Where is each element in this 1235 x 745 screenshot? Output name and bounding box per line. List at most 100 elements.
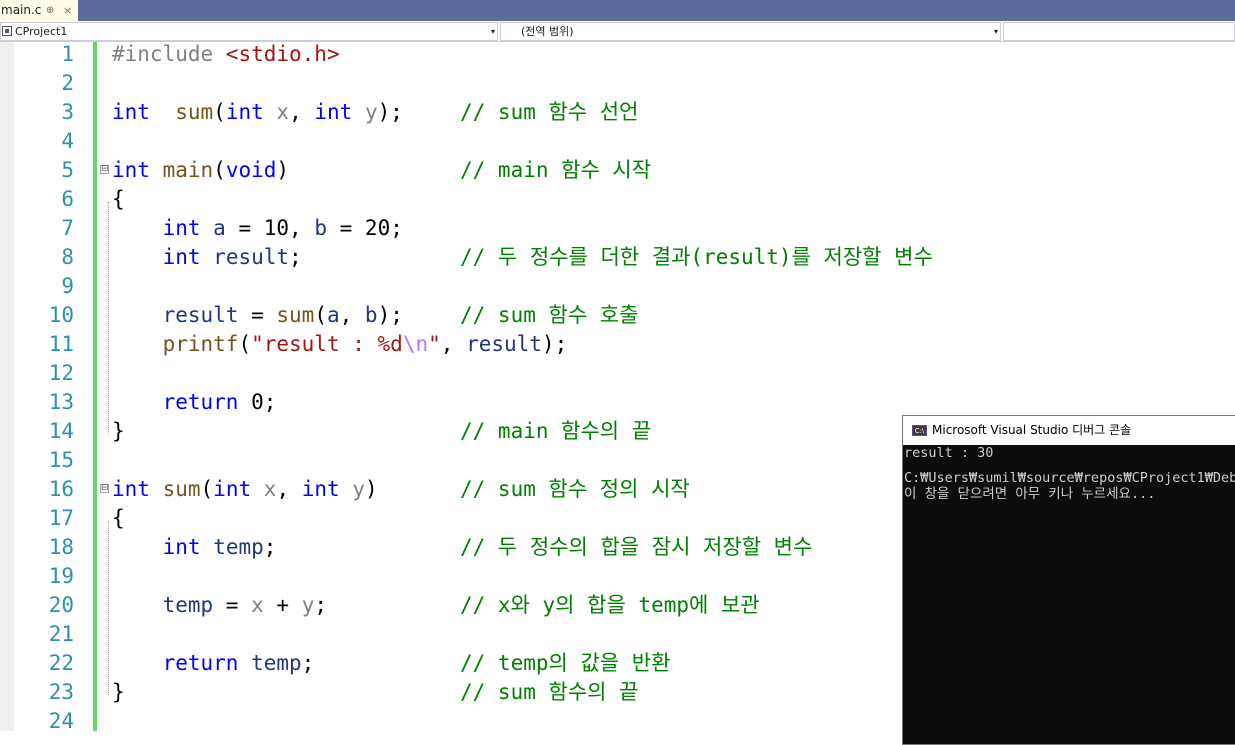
code-line[interactable]: 4 bbox=[0, 127, 900, 156]
tab-main-c[interactable]: main.c ⊕ × bbox=[0, 0, 78, 21]
code-line[interactable]: 15 bbox=[0, 446, 900, 475]
project-dropdown[interactable]: CProject1 ▾ bbox=[0, 22, 498, 41]
code-token: sum bbox=[276, 303, 315, 327]
code-token: ( bbox=[314, 303, 327, 327]
code-token: ( bbox=[213, 158, 226, 182]
code-comment: // sum 함수 호출 bbox=[460, 303, 639, 327]
code-comment: // sum 함수 선언 bbox=[460, 100, 639, 124]
code-token: int bbox=[162, 245, 201, 269]
code-line[interactable]: 16 ⊟ int sum(int x, int y)// sum 함수 정의 시작 bbox=[0, 475, 900, 504]
code-token: ( bbox=[238, 332, 252, 356]
line-number: 20 bbox=[48, 593, 74, 617]
code-comment: // main 함수의 끝 bbox=[460, 419, 652, 443]
line-number: 24 bbox=[48, 709, 74, 733]
code-line[interactable]: 7 int a = 10, b = 20; bbox=[0, 214, 900, 243]
collapse-icon[interactable]: ⊟ bbox=[100, 484, 109, 493]
code-text: return temp; bbox=[112, 649, 315, 678]
code-token: void bbox=[225, 158, 277, 182]
line-number: 19 bbox=[48, 564, 74, 588]
line-number: 13 bbox=[48, 390, 74, 414]
code-line[interactable]: 1 #include <stdio.h> bbox=[0, 40, 900, 69]
code-line[interactable]: 8 int result; // 두 정수를 더한 결과(result)를 저장할… bbox=[0, 243, 932, 272]
navigation-bar: CProject1 ▾ (전역 범위) ▾ bbox=[0, 21, 1235, 42]
code-line[interactable]: 24 bbox=[0, 707, 900, 736]
line-number: 17 bbox=[48, 506, 74, 530]
code-line[interactable]: 22 return temp; // temp의 값을 반환 bbox=[0, 649, 900, 678]
pin-icon[interactable]: ⊕ bbox=[46, 0, 54, 21]
debug-console-window[interactable]: C:\ Microsoft Visual Studio 디버그 콘솔 resul… bbox=[902, 415, 1235, 745]
code-token: ; bbox=[289, 245, 302, 269]
code-token: <stdio.h> bbox=[225, 42, 340, 66]
code-comment: // 두 정수를 더한 결과(result)를 저장할 변수 bbox=[460, 245, 933, 269]
code-line[interactable]: 2 bbox=[0, 69, 900, 98]
code-token: "result : %d bbox=[251, 332, 403, 356]
code-token: x bbox=[263, 477, 277, 501]
scope-label: (전역 범위) bbox=[521, 25, 574, 38]
line-number: 22 bbox=[48, 651, 74, 675]
code-line[interactable]: 18 int temp; // 두 정수의 합을 잠시 저장할 변수 bbox=[0, 533, 900, 562]
code-token: int bbox=[162, 216, 201, 240]
code-token: a bbox=[326, 303, 340, 327]
code-token: result bbox=[162, 303, 239, 327]
line-number: 5 bbox=[61, 158, 74, 182]
code-line[interactable]: 19 bbox=[0, 562, 900, 591]
code-line[interactable]: 21 bbox=[0, 620, 900, 649]
close-icon[interactable]: × bbox=[63, 0, 72, 21]
code-text: #include <stdio.h> bbox=[112, 40, 340, 69]
code-token: result bbox=[213, 245, 290, 269]
code-line[interactable]: 13 return 0; bbox=[0, 388, 900, 417]
line-number: 2 bbox=[61, 71, 74, 95]
code-token: = bbox=[213, 593, 252, 617]
code-comment: // 두 정수의 합을 잠시 저장할 변수 bbox=[460, 535, 813, 559]
code-line[interactable]: 14} // main 함수의 끝 bbox=[0, 417, 900, 446]
code-token: x bbox=[251, 593, 264, 617]
code-token: + bbox=[263, 593, 302, 617]
code-token: a bbox=[213, 216, 226, 240]
code-line[interactable]: 12 bbox=[0, 359, 900, 388]
code-token: int bbox=[225, 100, 264, 124]
code-line[interactable]: 10 result = sum(a, b); // sum 함수 호출 bbox=[0, 301, 900, 330]
code-line[interactable]: 3 int sum(int x, int y);// sum 함수 선언 bbox=[0, 98, 900, 127]
console-title: Microsoft Visual Studio 디버그 콘솔 bbox=[932, 423, 1132, 437]
chevron-down-icon: ▾ bbox=[993, 27, 998, 36]
code-token: int bbox=[112, 100, 150, 124]
code-text: int a = 10, b = 20; bbox=[112, 214, 403, 243]
code-token: result bbox=[466, 332, 542, 356]
collapse-icon[interactable]: ⊟ bbox=[100, 165, 109, 174]
code-line[interactable]: 5 ⊟ int main(void) // main 함수 시작 bbox=[0, 156, 900, 185]
code-token: b bbox=[314, 216, 327, 240]
code-token: x bbox=[276, 100, 290, 124]
code-token: temp bbox=[162, 593, 214, 617]
code-line[interactable]: 9 bbox=[0, 272, 900, 301]
console-line: 이 창을 닫으려면 아무 키나 누르세요... bbox=[904, 486, 1156, 502]
line-number: 1 bbox=[61, 42, 74, 66]
line-number: 18 bbox=[48, 535, 74, 559]
code-line[interactable]: 11 printf("result : %d\n", result); bbox=[0, 330, 900, 359]
code-line[interactable]: 23} // sum 함수의 끝 bbox=[0, 678, 900, 707]
code-token: ); bbox=[541, 332, 568, 356]
code-comment: // main 함수 시작 bbox=[460, 158, 652, 182]
code-token: int bbox=[112, 158, 150, 182]
code-token: sum bbox=[162, 477, 201, 501]
tab-title: main.c bbox=[1, 3, 42, 17]
line-number: 15 bbox=[48, 448, 74, 472]
code-line[interactable]: 6{ bbox=[0, 185, 900, 214]
console-line: C:₩Users₩sumil₩source₩repos₩CProject1₩De… bbox=[904, 470, 1235, 486]
code-line[interactable]: 20 temp = x + y; // x와 y의 합을 temp에 보관 bbox=[0, 591, 900, 620]
code-line[interactable]: 17 { bbox=[0, 504, 900, 533]
code-text: result = sum(a, b); bbox=[112, 301, 403, 330]
code-comment: // temp의 값을 반환 bbox=[460, 651, 671, 675]
console-title-bar[interactable]: C:\ Microsoft Visual Studio 디버그 콘솔 bbox=[903, 416, 1235, 445]
code-comment: // sum 함수 정의 시작 bbox=[460, 477, 690, 501]
code-token: ( bbox=[200, 477, 214, 501]
member-dropdown[interactable] bbox=[1003, 22, 1235, 41]
scope-dropdown[interactable]: (전역 범위) ▾ bbox=[500, 22, 1001, 41]
code-token: " bbox=[428, 332, 441, 356]
